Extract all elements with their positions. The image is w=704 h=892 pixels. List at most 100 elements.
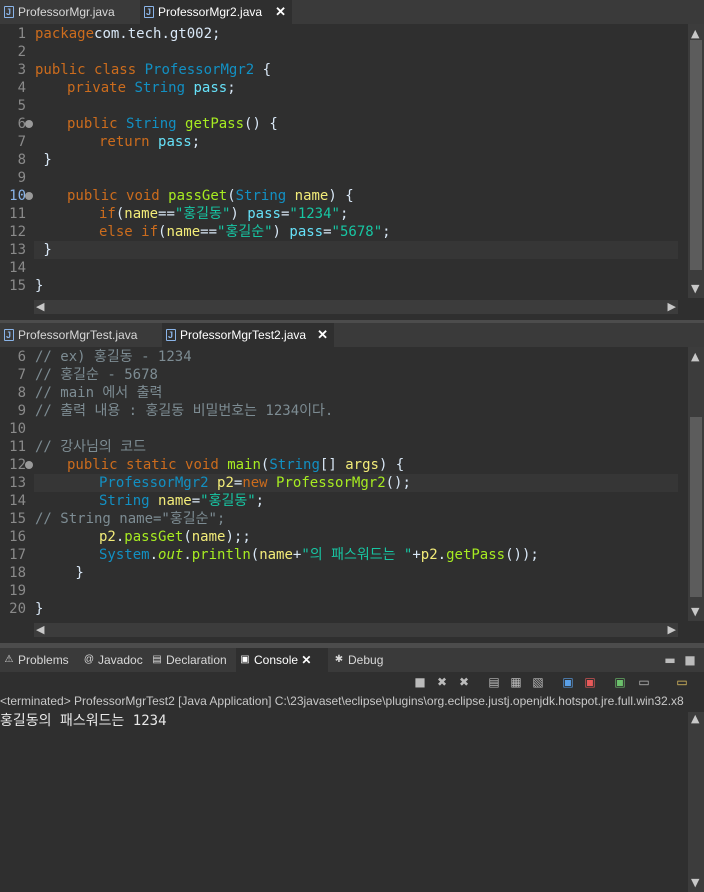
fold-toggle-icon[interactable] <box>25 461 33 469</box>
close-tab-icon[interactable]: ✕ <box>317 323 328 347</box>
vertical-scrollbar[interactable]: ▲ ▼ <box>688 24 704 298</box>
view-tab-label: Console <box>254 653 299 667</box>
code-token: ; <box>255 493 265 509</box>
line-number: 14 <box>9 260 26 276</box>
code-token: p2 <box>217 475 234 491</box>
editor-tab[interactable]: ProfessorMgrTest.java <box>0 323 162 347</box>
view-tab-label: Javadoc <box>98 653 143 667</box>
code-token: );; <box>225 529 251 545</box>
scroll-up-icon[interactable]: ▲ <box>691 350 699 363</box>
code-token: } <box>67 565 84 581</box>
code-token: pass <box>158 134 192 150</box>
java-file-icon <box>4 323 14 347</box>
maximize-icon[interactable]: ■ <box>682 652 698 668</box>
horizontal-scrollbar[interactable]: ◀ ▶ <box>34 300 678 314</box>
console-icon: ▣ <box>240 654 250 665</box>
show-console-icon[interactable]: ▣ <box>582 674 598 690</box>
console-vertical-scrollbar[interactable]: ▲ ▼ <box>688 712 704 892</box>
line-number: 7 <box>17 367 26 383</box>
code-token: . <box>437 547 447 563</box>
code-token: main <box>227 457 261 473</box>
pin-console-icon[interactable]: ▣ <box>560 674 576 690</box>
view-tab-problems[interactable]: ⚠ Problems <box>0 648 78 672</box>
scroll-down-icon[interactable]: ▼ <box>691 876 699 889</box>
debug-icon: ✱ <box>334 654 344 665</box>
scroll-up-icon[interactable]: ▲ <box>691 712 699 725</box>
editor-tab[interactable]: ProfessorMgr.java <box>0 0 140 24</box>
editor-tab-label: ProfessorMgrTest2.java <box>180 328 307 342</box>
scrollbar-thumb[interactable] <box>690 417 702 597</box>
view-tab-javadoc[interactable]: @ Javadoc <box>80 648 146 672</box>
code-token: System <box>99 547 150 563</box>
code-token: void <box>126 188 160 204</box>
scrollbar-thumb[interactable] <box>690 40 702 270</box>
line-number: 12 <box>9 457 26 473</box>
line-number: 4 <box>17 80 26 96</box>
code-token: name <box>124 206 159 222</box>
display-selected-console-icon[interactable]: ▣ <box>612 674 628 690</box>
fold-toggle-icon[interactable] <box>25 120 33 128</box>
scroll-lock-icon[interactable]: ▦ <box>508 674 524 690</box>
code-line: // String name="홍길순"; <box>35 510 225 528</box>
line-number: 15 <box>9 278 26 294</box>
code-token: ( <box>250 547 260 563</box>
code-token: passGet <box>168 188 228 204</box>
editor-tab[interactable]: ProfessorMgrTest2.java ✕ <box>162 323 334 347</box>
code-token: // String name="홍길순"; <box>35 511 226 527</box>
clear-console-icon[interactable]: ▤ <box>486 674 502 690</box>
editor-tabbar-top: ProfessorMgr.java ProfessorMgr2.java ✕ <box>0 0 704 24</box>
code-token: public <box>67 116 118 132</box>
code-editor-professormgrtest2[interactable]: 6 // ex) 홍길동 - 1234 7 // 홍길순 - 5678 8 // main… <box>0 347 704 643</box>
scroll-right-icon[interactable]: ▶ <box>668 623 676 636</box>
vertical-scrollbar[interactable]: ▲ ▼ <box>688 347 704 621</box>
code-token: // 홍길순 - 5678 <box>35 367 158 383</box>
close-tab-icon[interactable]: ✕ <box>275 0 286 24</box>
horizontal-scrollbar[interactable]: ◀ ▶ <box>34 623 678 637</box>
view-tab-declaration[interactable]: ▤ Declaration <box>148 648 234 672</box>
close-tab-icon[interactable]: ✕ <box>298 653 311 667</box>
scroll-left-icon[interactable]: ◀ <box>36 300 44 313</box>
scroll-left-icon[interactable]: ◀ <box>36 623 44 636</box>
code-line: // ex) 홍길동 - 1234 <box>35 348 192 366</box>
code-token: println <box>191 547 251 563</box>
code-token: "홍길동" <box>174 206 231 222</box>
scroll-right-icon[interactable]: ▶ <box>668 300 676 313</box>
current-line-highlight <box>34 241 678 259</box>
line-number: 19 <box>9 583 26 599</box>
view-tab-label: Debug <box>348 653 384 667</box>
code-token: name <box>259 547 293 563</box>
new-console-icon[interactable]: ▭ <box>674 674 690 690</box>
line-number: 13 <box>9 475 26 491</box>
scroll-down-icon[interactable]: ▼ <box>691 605 699 618</box>
word-wrap-icon[interactable]: ▧ <box>530 674 546 690</box>
code-line: // main 에서 출력 <box>35 384 162 402</box>
line-number: 13 <box>9 242 26 258</box>
line-number: 10 <box>9 188 26 204</box>
code-token: "홍길순" <box>217 224 273 240</box>
editor-tab-label: ProfessorMgr2.java <box>158 5 263 19</box>
remove-all-icon[interactable]: ✖ <box>456 674 472 690</box>
code-token: . <box>183 547 192 563</box>
editor-tab[interactable]: ProfessorMgr2.java ✕ <box>140 0 292 24</box>
view-tab-console[interactable]: ▣ Console ✕ <box>236 648 328 672</box>
code-line: else if(name=="홍길순") pass="5678"; <box>99 223 391 241</box>
code-token: // 출력 내용 : 홍길동 비밀번호는 1234이다. <box>35 403 334 419</box>
code-line: public static void main(String[] args) { <box>67 456 404 474</box>
terminate-icon[interactable]: ■ <box>412 674 428 690</box>
minimize-icon[interactable]: ▬ <box>662 652 678 668</box>
code-token: ; <box>382 224 391 240</box>
scroll-up-icon[interactable]: ▲ <box>691 27 699 40</box>
code-editor-professormgr2[interactable]: 1 packagecom.tech.gt002; 2 3 public class Pr… <box>0 24 704 320</box>
remove-launch-icon[interactable]: ✖ <box>434 674 450 690</box>
scroll-down-icon[interactable]: ▼ <box>691 282 699 295</box>
fold-toggle-icon[interactable] <box>25 192 33 200</box>
code-token: ; <box>227 80 236 96</box>
open-console-icon[interactable]: ▭ <box>636 674 652 690</box>
code-token: if <box>141 224 159 240</box>
view-tab-debug[interactable]: ✱ Debug <box>330 648 392 672</box>
code-token: } <box>35 242 52 258</box>
